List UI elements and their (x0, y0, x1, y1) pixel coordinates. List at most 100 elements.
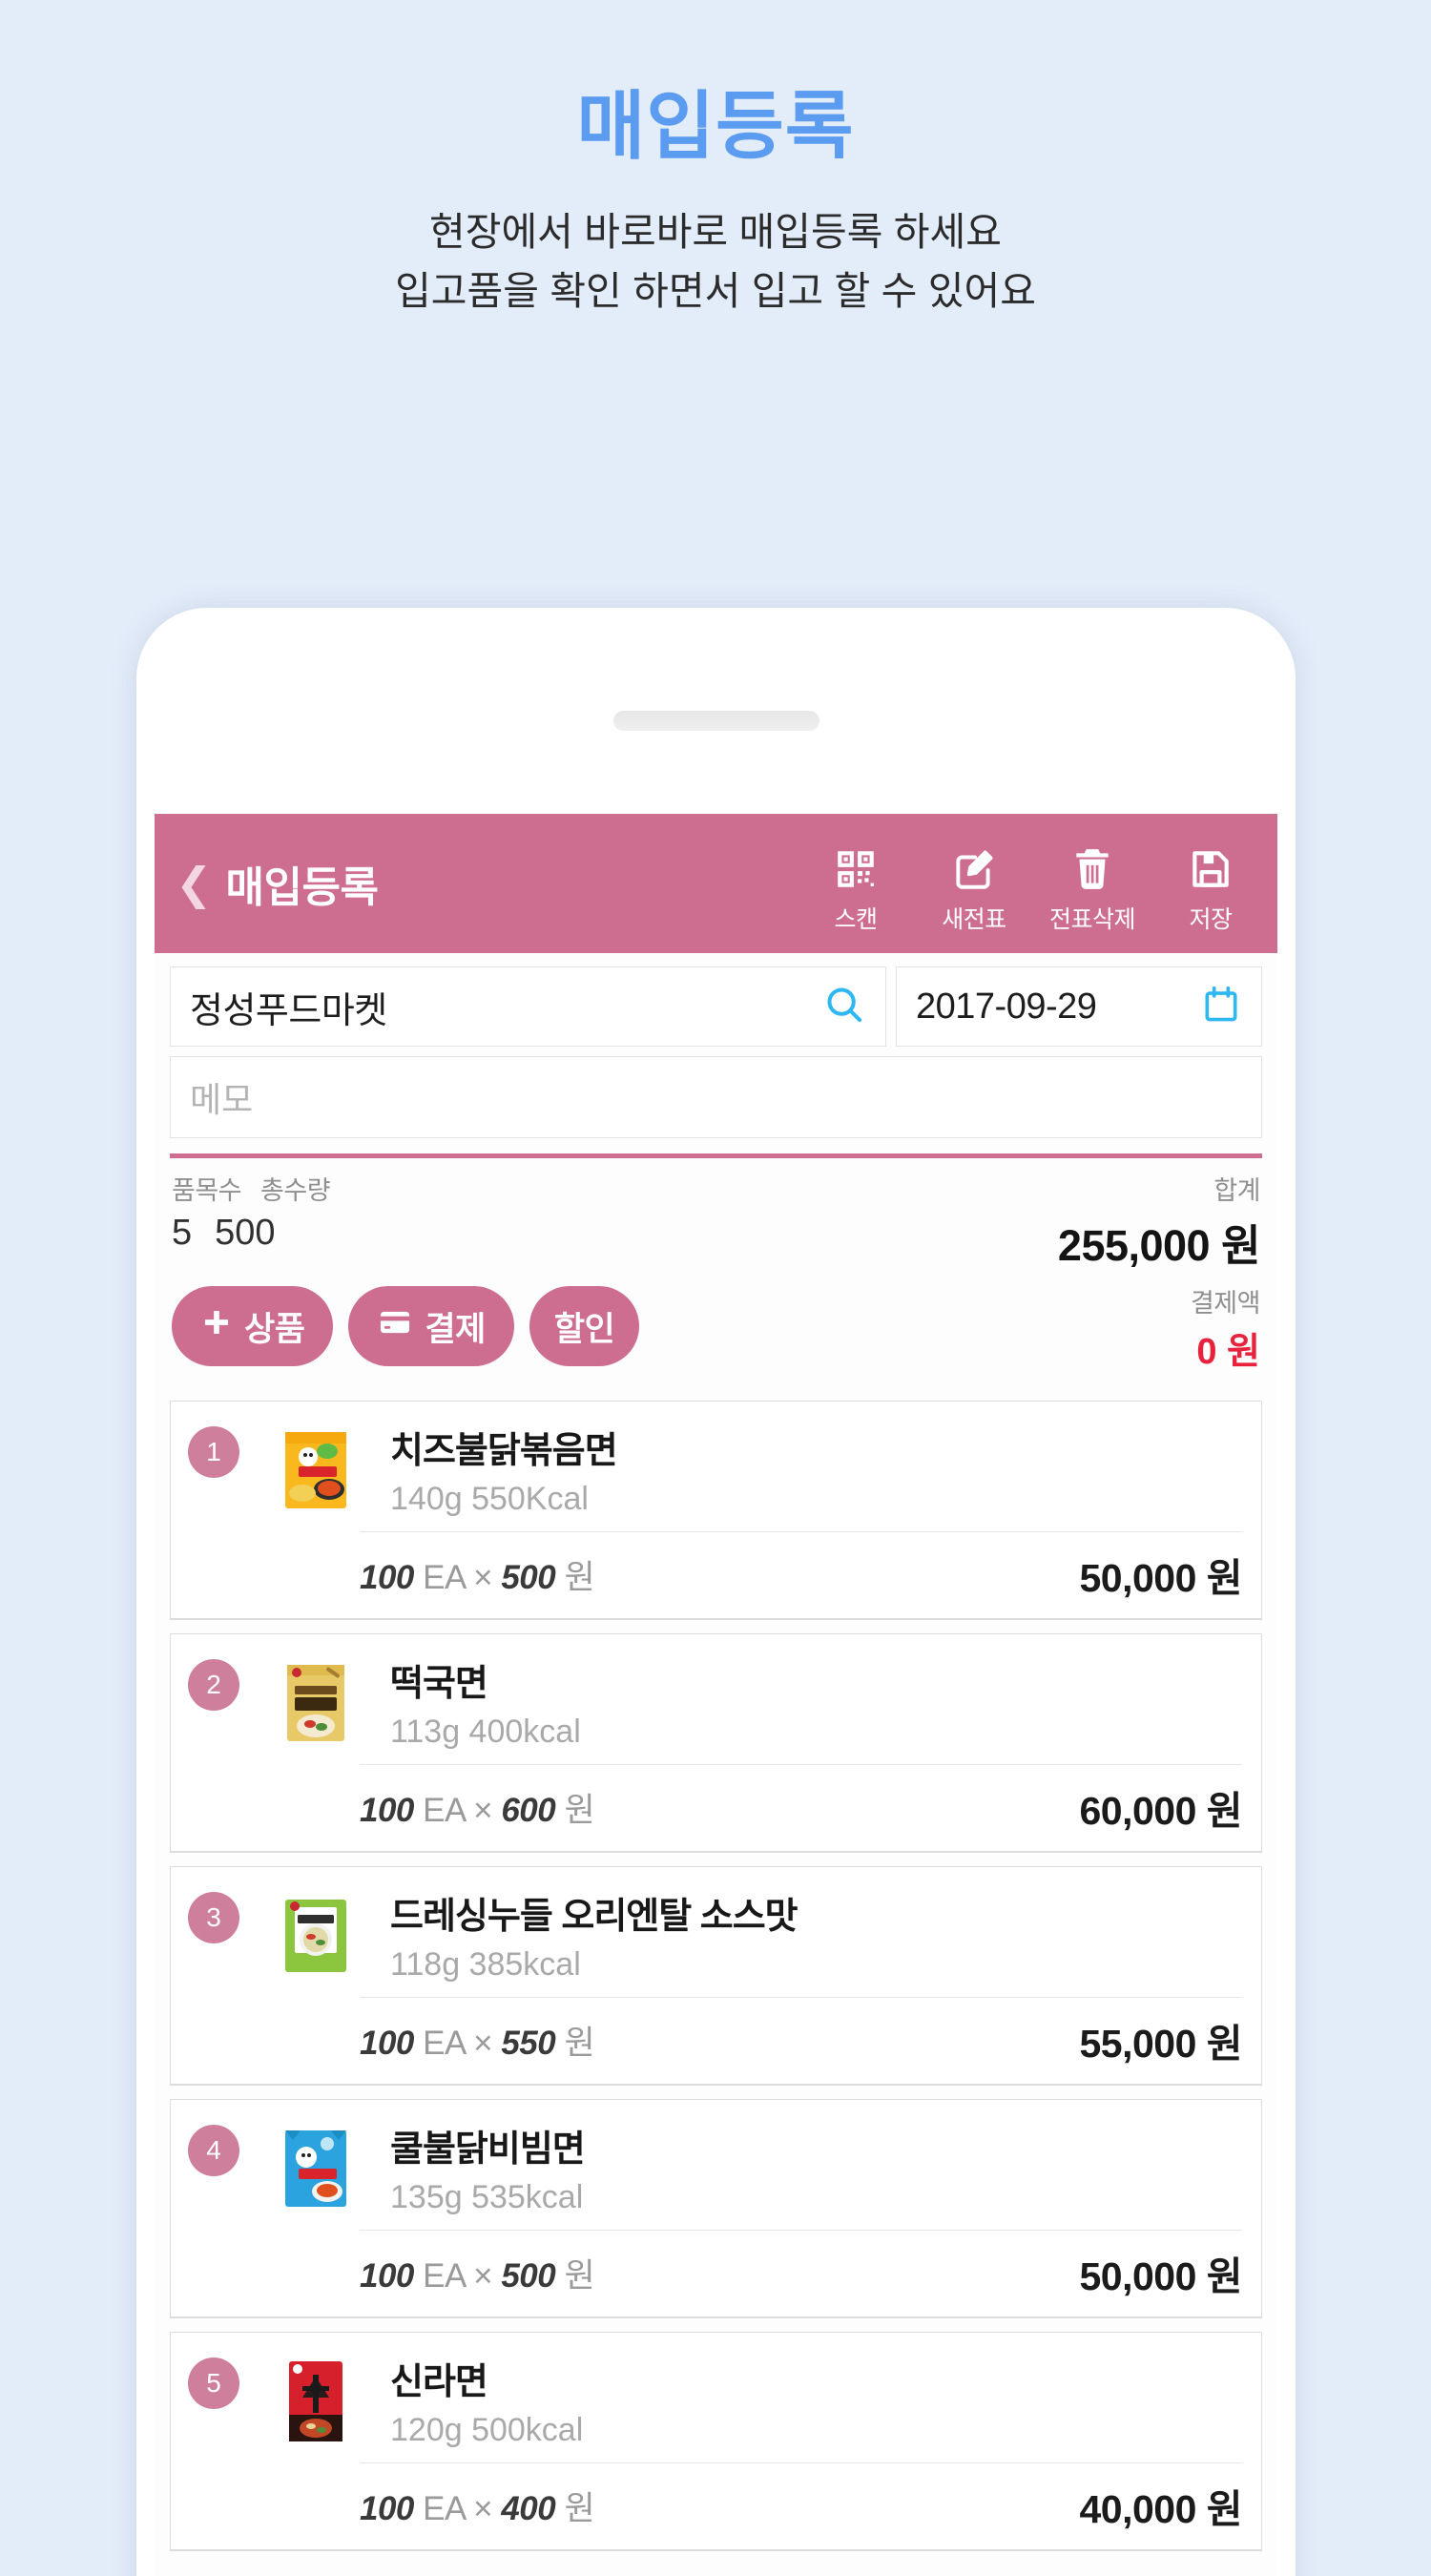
promo-title: 매입등록 (576, 84, 855, 168)
promo-subtitle-line1: 현장에서 바로바로 매입등록 하세요 (429, 210, 1002, 255)
add-product-button[interactable]: 상품 (172, 1286, 334, 1366)
product-name: 떡국면 (390, 1664, 488, 1704)
product-currency: 원 (564, 2489, 595, 2527)
payment-label: 결제 (425, 1310, 486, 1348)
floppy-save-icon (1187, 845, 1234, 893)
phone-frame: ❮ 매입등록 스캔 새전표 전표삭제 저장 정성푸드마켓 2017-09-29 … (136, 608, 1296, 2576)
search-icon[interactable] (822, 983, 866, 1031)
product-unit-price: 600 (501, 1791, 556, 1829)
product-thumbnail (266, 1653, 365, 1753)
payment-amount-label: 결제액 (1190, 1289, 1261, 1318)
trash-icon (1068, 845, 1116, 893)
product-currency: 원 (564, 2256, 595, 2295)
product-qty-price: 100 EA × 400 원 (360, 2482, 595, 2530)
credit-card-icon (377, 1304, 413, 1349)
delete-slip-button[interactable]: 전표삭제 (1033, 845, 1151, 935)
product-unit: EA (423, 2024, 465, 2062)
product-qty: 100 (360, 2256, 414, 2295)
product-unit: EA (423, 2256, 465, 2295)
product-row-top: 3 드레싱누들 오리엔탈 소스맛 118g 385kcal (188, 1880, 1242, 1985)
product-qty: 100 (360, 2024, 414, 2062)
product-qty-price: 100 EA × 550 원 (360, 2016, 595, 2065)
product-info: 드레싱누들 오리엔탈 소스맛 118g 385kcal (390, 1880, 1242, 1984)
product-info: 치즈불닭볶음면 140g 550Kcal (390, 1415, 1242, 1518)
add-product-label: 상품 (244, 1310, 305, 1348)
save-label: 저장 (1189, 906, 1233, 933)
product-amount: 55,000 원 (1079, 2022, 1242, 2066)
promo-subtitle-line2: 입고품을 확인 하면서 입고 할 수 있어요 (395, 269, 1036, 314)
memo-row: 메모 (155, 1047, 1277, 1138)
product-qty-price: 100 EA × 500 원 (360, 2249, 595, 2297)
payment-button[interactable]: 결제 (348, 1286, 514, 1366)
edit-note-icon (950, 845, 998, 893)
back-button[interactable]: ❮ (176, 862, 213, 905)
product-row[interactable]: 3 드레싱누들 오리엔탈 소스맛 118g 385kcal 100 EA × 5… (170, 1866, 1262, 2086)
product-qty-price: 100 EA × 600 원 (360, 1783, 595, 1832)
plus-icon (200, 1306, 233, 1347)
product-info: 쿨불닭비빔면 135g 535kcal (390, 2113, 1242, 2216)
product-amount: 60,000 원 (1079, 1789, 1242, 1833)
product-row[interactable]: 5 신라면 120g 500kcal 100 EA × 400 원 40,000… (170, 2332, 1262, 2551)
product-qty: 100 (360, 2489, 414, 2527)
discount-label: 할인 (553, 1310, 615, 1348)
product-spec: 135g 535kcal (390, 2179, 584, 2215)
product-row[interactable]: 2 떡국면 113g 400kcal 100 EA × 600 원 60,000… (170, 1633, 1262, 1853)
product-index-badge: 3 (188, 1892, 239, 1943)
new-slip-button[interactable]: 새전표 (915, 845, 1033, 935)
product-amount: 50,000 원 (1079, 1556, 1242, 1600)
app-bar-title: 매입등록 (225, 864, 379, 911)
product-row-top: 2 떡국면 113g 400kcal (188, 1648, 1242, 1753)
product-times: × (473, 2256, 493, 2295)
product-thumbnail (266, 2119, 365, 2218)
product-row-bottom: 100 EA × 500 원 50,000 원 (360, 1531, 1242, 1618)
product-qty: 100 (360, 1791, 414, 1829)
payment-amount: 결제액 0 원 (1190, 1282, 1261, 1374)
promo-header: 매입등록 현장에서 바로바로 매입등록 하세요 입고품을 확인 하면서 입고 할… (0, 0, 1431, 322)
product-name: 신라면 (390, 2362, 488, 2402)
product-thumbnail (266, 1421, 365, 1520)
product-name: 치즈불닭볶음면 (390, 1431, 618, 1471)
phone-speaker (612, 711, 819, 731)
memo-placeholder: 메모 (190, 1080, 254, 1119)
product-currency: 원 (564, 2024, 595, 2062)
product-unit-price: 500 (501, 2256, 556, 2295)
scan-button[interactable]: 스캔 (797, 845, 915, 935)
promo-page: 매입등록 현장에서 바로바로 매입등록 하세요 입고품을 확인 하면서 입고 할… (0, 0, 1431, 2576)
product-row[interactable]: 4 쿨불닭비빔면 135g 535kcal 100 EA × 500 원 50,… (170, 2099, 1262, 2318)
discount-button[interactable]: 할인 (529, 1286, 640, 1366)
total-qty-label: 총수량 (260, 1176, 331, 1205)
date-value: 2017-09-29 (916, 986, 1097, 1027)
new-slip-label: 새전표 (942, 906, 1006, 933)
product-unit: EA (423, 2489, 465, 2527)
product-info: 신라면 120g 500kcal (390, 2346, 1242, 2449)
vendor-input[interactable]: 정성푸드마켓 (170, 966, 886, 1047)
memo-input[interactable]: 메모 (170, 1056, 1262, 1138)
product-name: 드레싱누들 오리엔탈 소스맛 (390, 1897, 798, 1937)
calendar-icon[interactable] (1200, 984, 1242, 1030)
action-buttons-row: 상품 결제 할인 결제액 0 원 (155, 1282, 1277, 1391)
vendor-value: 정성푸드마켓 (190, 990, 387, 1031)
product-qty: 100 (360, 1558, 414, 1596)
product-unit: EA (423, 1558, 465, 1596)
delete-slip-label: 전표삭제 (1048, 906, 1136, 933)
product-unit-price: 550 (501, 2024, 556, 2062)
scan-label: 스캔 (834, 906, 878, 933)
product-amount: 40,000 원 (1079, 2487, 1242, 2531)
save-button[interactable]: 저장 (1151, 845, 1270, 935)
product-name: 쿨불닭비빔면 (390, 2129, 586, 2170)
product-times: × (473, 1558, 493, 1596)
product-thumbnail (266, 2352, 365, 2451)
vendor-date-row: 정성푸드마켓 2017-09-29 (155, 953, 1277, 1047)
product-spec: 120g 500kcal (390, 2412, 584, 2448)
date-input[interactable]: 2017-09-29 (896, 966, 1262, 1047)
product-row-bottom: 100 EA × 400 원 40,000 원 (360, 2462, 1242, 2549)
product-index-badge: 2 (188, 1659, 239, 1711)
product-list: 1 치즈불닭볶음면 140g 550Kcal 100 EA × 500 원 50… (155, 1391, 1277, 2551)
product-spec: 140g 550Kcal (390, 1481, 589, 1517)
action-pill-group: 상품 결제 할인 (172, 1286, 1260, 1366)
product-row[interactable]: 1 치즈불닭볶음면 140g 550Kcal 100 EA × 500 원 50… (170, 1401, 1262, 1620)
product-row-bottom: 100 EA × 600 원 60,000 원 (360, 1764, 1242, 1851)
product-unit-price: 400 (501, 2489, 556, 2527)
promo-subtitle: 현장에서 바로바로 매입등록 하세요 입고품을 확인 하면서 입고 할 수 있어… (0, 202, 1431, 322)
product-thumbnail (266, 1886, 365, 1985)
